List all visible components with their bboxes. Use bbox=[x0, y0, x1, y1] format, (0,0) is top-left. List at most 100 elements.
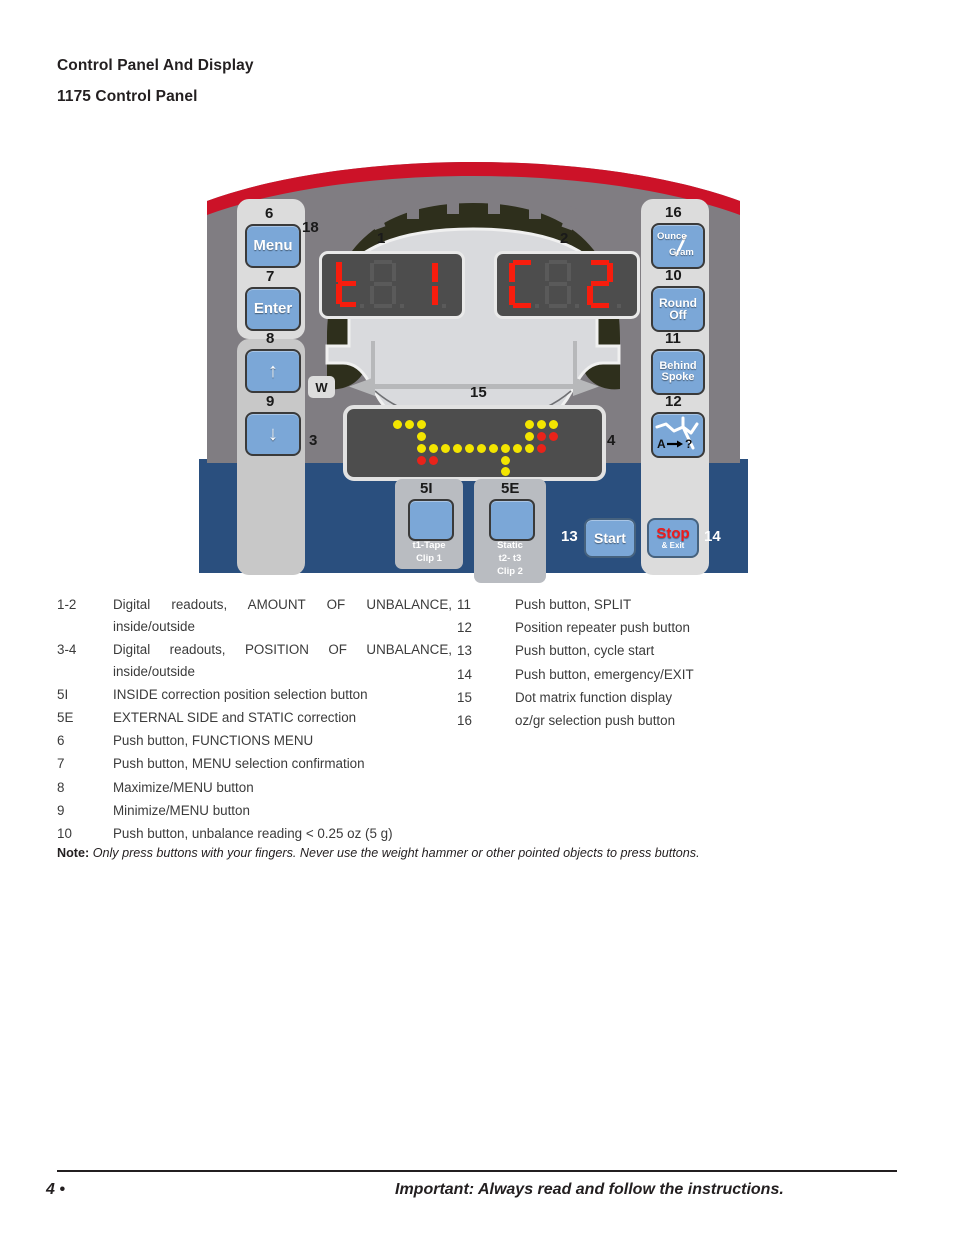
external-key-line1: Static bbox=[497, 540, 523, 551]
off-label: Off bbox=[669, 308, 687, 322]
legend-item: 1-2 Digital readouts, AMOUNT OF UNBALANCE… bbox=[57, 594, 452, 637]
page-number: 4 • bbox=[46, 1181, 65, 1198]
note-text: Only press buttons with your fingers. Ne… bbox=[92, 846, 700, 860]
footer-rule bbox=[57, 1170, 897, 1172]
dot-matrix-display bbox=[343, 405, 606, 481]
external-key-caption: Static t2- t3 Clip 2 bbox=[474, 540, 546, 578]
legend-item: 15 Dot matrix function display bbox=[457, 687, 787, 709]
callout-10: 10 bbox=[665, 267, 682, 284]
legend-item: 6 Push button, FUNCTIONS MENU bbox=[57, 730, 452, 752]
panel-overlay: 6 Menu 18 7 Enter 8 ↑ 9 ↓ 16 Ounce Gram … bbox=[199, 141, 748, 583]
ounce-label: Ounce bbox=[657, 231, 687, 242]
ounce-gram-key[interactable]: Ounce Gram bbox=[651, 223, 705, 269]
legend-number: 15 bbox=[457, 689, 472, 705]
menu-key[interactable]: Menu bbox=[245, 224, 301, 268]
start-key-label: Start bbox=[594, 529, 626, 546]
legend-text: Push button, MENU selection confirmation bbox=[113, 756, 365, 772]
note-block: Note: Only press buttons with your finge… bbox=[57, 846, 897, 860]
legend-number: 7 bbox=[57, 756, 65, 772]
legend-text-cont: inside/outside bbox=[113, 663, 195, 679]
width-badge: W bbox=[308, 376, 335, 398]
callout-9: 9 bbox=[266, 393, 275, 410]
control-panel-illustration: 6 Menu 18 7 Enter 8 ↑ 9 ↓ 16 Ounce Gram … bbox=[199, 141, 748, 583]
legend-number: 16 bbox=[457, 713, 472, 729]
callout-6: 6 bbox=[265, 205, 274, 222]
behind-spoke-key[interactable]: Behind Spoke bbox=[651, 349, 705, 395]
up-arrow-icon: ↑ bbox=[268, 359, 278, 382]
legend-text: Push button, unbalance reading < 0.25 oz… bbox=[113, 826, 393, 842]
start-key[interactable]: Start bbox=[584, 518, 636, 558]
inside-key-line2: Clip 1 bbox=[416, 552, 442, 564]
legend-text: Push button, cycle start bbox=[515, 643, 655, 659]
external-static-key[interactable] bbox=[489, 499, 535, 541]
external-key-line3: Clip 2 bbox=[497, 565, 523, 577]
callout-5I: 5I bbox=[420, 480, 433, 497]
legend-number: 9 bbox=[57, 802, 65, 818]
document-page: Control Panel And Display 1175 Control P… bbox=[0, 0, 954, 1235]
legend-item: 16 oz/gr selection push button bbox=[457, 710, 787, 732]
callout-5E: 5E bbox=[501, 480, 520, 497]
legend-text: INSIDE correction position selection but… bbox=[113, 686, 368, 702]
legend-number: 1-2 bbox=[57, 597, 77, 612]
enter-key-label: Enter bbox=[253, 300, 293, 318]
legend-number: 5E bbox=[57, 710, 74, 726]
legend-text: Maximize/MENU button bbox=[113, 779, 254, 795]
legend-number: 11 bbox=[457, 597, 471, 612]
legend-item: 7 Push button, MENU selection confirmatio… bbox=[57, 753, 452, 775]
callout-8: 8 bbox=[266, 330, 275, 347]
legend-item: 8 Maximize/MENU button bbox=[57, 777, 452, 799]
repeater-a-label: A bbox=[657, 437, 666, 451]
callout-18: 18 bbox=[302, 219, 319, 236]
legend-item: 11 Push button, SPLIT bbox=[457, 594, 787, 616]
right-digital-readout bbox=[494, 251, 640, 319]
down-arrow-key[interactable]: ↓ bbox=[245, 412, 301, 456]
legend-number: 8 bbox=[57, 779, 65, 795]
position-repeater-key[interactable]: A ? bbox=[651, 412, 705, 458]
footer-text: Important: Always read and follow the in… bbox=[395, 1181, 784, 1198]
left-readout-segments bbox=[336, 260, 446, 308]
legend-number: 5I bbox=[57, 686, 69, 702]
legend-number: 3-4 bbox=[57, 641, 77, 657]
enter-key[interactable]: Enter bbox=[245, 287, 301, 331]
right-readout-segments bbox=[509, 260, 621, 308]
legend-number: 10 bbox=[57, 826, 72, 842]
legend-text: EXTERNAL SIDE and STATIC correction bbox=[113, 710, 357, 726]
spoke-label: Spoke bbox=[661, 371, 695, 383]
gram-label: Gram bbox=[669, 247, 694, 258]
legend-text: Push button, FUNCTIONS MENU bbox=[113, 733, 314, 749]
external-key-line2: t2- t3 bbox=[498, 552, 522, 564]
legend-item: 5I INSIDE correction position selection b… bbox=[57, 684, 452, 706]
callout-14: 14 bbox=[704, 528, 721, 545]
legend-item: 5E EXTERNAL SIDE and STATIC correction bbox=[57, 707, 452, 729]
legend-text-main: Digital readouts, AMOUNT OF UNBALANCE, bbox=[113, 597, 452, 612]
legend-text: Push button, emergency/EXIT bbox=[515, 666, 694, 682]
legend-number: 12 bbox=[457, 620, 472, 636]
repeater-question-label: ? bbox=[685, 437, 693, 451]
callout-1: 1 bbox=[377, 230, 386, 247]
page-title: Control Panel And Display bbox=[57, 57, 254, 74]
up-arrow-key[interactable]: ↑ bbox=[245, 349, 301, 393]
inside-correction-key[interactable] bbox=[408, 499, 454, 541]
page-subtitle: 1175 Control Panel bbox=[57, 88, 198, 105]
callout-16: 16 bbox=[665, 204, 682, 221]
callout-7: 7 bbox=[266, 268, 275, 285]
callout-2: 2 bbox=[560, 230, 569, 247]
legend-text: Push button, SPLIT bbox=[515, 597, 632, 612]
callout-12: 12 bbox=[665, 393, 682, 410]
legend-text: Digital readouts, AMOUNT OF UNBALANCE, in… bbox=[113, 594, 452, 637]
stop-key-sublabel: & Exit bbox=[661, 541, 685, 550]
legend-left-column: 1-2 Digital readouts, AMOUNT OF UNBALANCE… bbox=[57, 594, 452, 846]
down-arrow-icon: ↓ bbox=[268, 422, 278, 445]
legend-item: 12 Position repeater push button bbox=[457, 617, 787, 639]
inside-key-caption: t1-Tape Clip 1 bbox=[395, 540, 463, 566]
legend-text: Minimize/MENU button bbox=[113, 802, 250, 818]
round-off-key[interactable]: Round Off bbox=[651, 286, 705, 332]
left-digital-readout bbox=[319, 251, 465, 319]
legend-item: 9 Minimize/MENU button bbox=[57, 800, 452, 822]
legend-text: oz/gr selection push button bbox=[515, 713, 676, 729]
legend-text-main: Digital readouts, POSITION OF UNBALANCE, bbox=[113, 641, 452, 657]
stop-exit-key[interactable]: Stop & Exit bbox=[647, 518, 699, 558]
callout-13: 13 bbox=[561, 528, 578, 545]
legend-number: 13 bbox=[457, 643, 472, 659]
legend-text: Dot matrix function display bbox=[515, 689, 673, 705]
